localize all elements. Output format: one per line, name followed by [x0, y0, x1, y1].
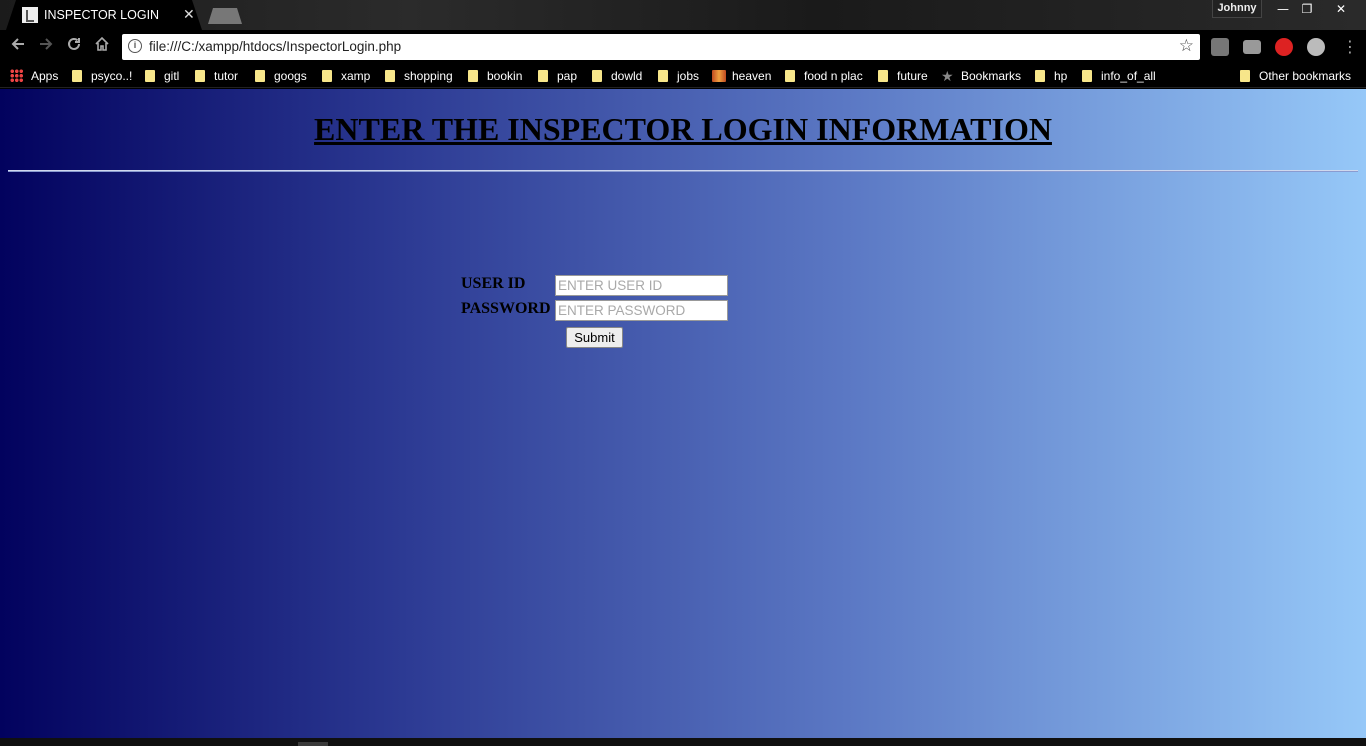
folder-icon — [322, 70, 332, 82]
folder-icon — [1082, 70, 1092, 82]
password-input[interactable] — [555, 300, 728, 321]
folder-icon — [538, 70, 548, 82]
bookmark-bookmarks[interactable]: ★ Bookmarks — [941, 67, 1021, 85]
bookmarks-bar: Apps psyco..! gitl tutor googs xamp shop… — [0, 64, 1366, 88]
folder-icon — [72, 70, 82, 82]
bookmark-folder[interactable]: gitl — [145, 67, 179, 85]
taskbar-item[interactable] — [298, 742, 328, 746]
opera-extension-icon[interactable] — [1275, 38, 1293, 56]
page-title: ENTER THE INSPECTOR LOGIN INFORMATION — [314, 111, 1052, 147]
extension-icon[interactable] — [1211, 38, 1229, 56]
profile-button[interactable]: Johnny — [1212, 0, 1262, 18]
camera-extension-icon[interactable] — [1243, 40, 1261, 54]
address-bar-url[interactable]: file:///C:/xampp/htdocs/InspectorLogin.p… — [149, 39, 401, 54]
forward-button[interactable] — [35, 36, 57, 58]
bookmark-folder[interactable]: info_of_all — [1082, 67, 1156, 85]
other-bookmarks[interactable]: Other bookmarks — [1240, 67, 1351, 85]
folder-icon — [1035, 70, 1045, 82]
folder-icon — [1240, 70, 1250, 82]
folder-icon — [785, 70, 795, 82]
apps-grid-icon — [10, 69, 23, 82]
submit-button[interactable]: Submit — [566, 327, 623, 348]
browser-titlebar: INSPECTOR LOGIN ✕ Johnny — ❐ ✕ — [0, 0, 1366, 30]
star-icon: ★ — [941, 68, 954, 84]
tab-close-icon[interactable]: ✕ — [183, 6, 195, 23]
bookmark-folder[interactable]: bookin — [468, 67, 522, 85]
bookmark-apps[interactable]: Apps — [10, 67, 58, 85]
horizontal-rule — [8, 170, 1358, 172]
home-icon — [95, 36, 109, 51]
user-id-input[interactable] — [555, 275, 728, 296]
reload-icon — [68, 37, 80, 50]
os-taskbar — [0, 738, 1366, 746]
maximize-button[interactable]: ❐ — [1294, 0, 1320, 18]
skype-extension-icon[interactable] — [1307, 38, 1325, 56]
folder-icon — [592, 70, 602, 82]
bookmark-folder[interactable]: hp — [1035, 67, 1067, 85]
arrow-left-icon — [11, 38, 24, 50]
active-tab[interactable]: INSPECTOR LOGIN ✕ — [6, 0, 202, 30]
bookmark-folder[interactable]: shopping — [385, 67, 453, 85]
bookmark-folder[interactable]: food n plac — [785, 67, 863, 85]
user-id-label: USER ID — [461, 275, 526, 292]
bookmark-star-icon[interactable]: ☆ — [1179, 36, 1194, 56]
password-label: PASSWORD — [461, 300, 551, 317]
back-button[interactable] — [7, 36, 29, 58]
new-tab-button[interactable] — [208, 8, 242, 24]
folder-icon — [385, 70, 395, 82]
bookmark-folder[interactable]: xamp — [322, 67, 370, 85]
arrow-right-icon — [40, 38, 53, 50]
bookmark-folder[interactable]: future — [878, 67, 928, 85]
reload-button[interactable] — [63, 36, 85, 58]
folder-icon — [195, 70, 205, 82]
bookmark-folder[interactable]: dowld — [592, 67, 642, 85]
browser-toolbar: i file:///C:/xampp/htdocs/InspectorLogin… — [0, 30, 1366, 64]
folder-icon — [878, 70, 888, 82]
minimize-button[interactable]: — — [1270, 0, 1296, 18]
more-vert-icon[interactable]: ⋮ — [1342, 37, 1358, 57]
address-bar[interactable]: i file:///C:/xampp/htdocs/InspectorLogin… — [122, 34, 1200, 60]
folder-icon — [255, 70, 265, 82]
tab-title: INSPECTOR LOGIN — [44, 8, 160, 22]
bookmark-folder[interactable]: pap — [538, 67, 577, 85]
folder-icon — [658, 70, 668, 82]
bookmark-folder[interactable]: psyco..! — [72, 67, 132, 85]
bookmark-folder[interactable]: jobs — [658, 67, 699, 85]
folder-icon — [145, 70, 155, 82]
info-icon[interactable]: i — [128, 39, 142, 53]
heaven-favicon-icon — [712, 70, 726, 82]
bookmark-folder[interactable]: googs — [255, 67, 307, 85]
bookmark-folder[interactable]: tutor — [195, 67, 238, 85]
bookmark-heaven[interactable]: heaven — [712, 67, 771, 85]
page-content: ENTER THE INSPECTOR LOGIN INFORMATION US… — [0, 89, 1366, 738]
folder-icon — [468, 70, 478, 82]
page-favicon-icon — [22, 7, 38, 23]
home-button[interactable] — [91, 36, 113, 58]
close-window-button[interactable]: ✕ — [1328, 0, 1354, 18]
